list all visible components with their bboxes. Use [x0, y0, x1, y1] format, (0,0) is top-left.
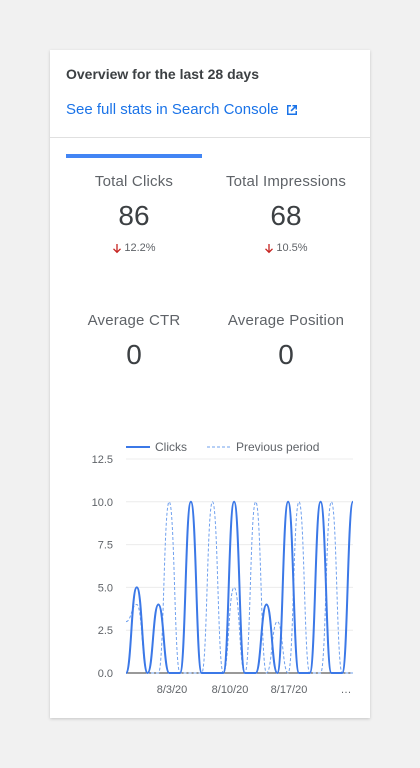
arrow-down-icon — [113, 243, 122, 253]
legend-clicks-label: Clicks — [155, 440, 187, 454]
search-console-link-label: See full stats in Search Console — [66, 101, 279, 118]
y-tick-label: 0.0 — [98, 668, 113, 680]
metric-change: 10.5% — [211, 242, 361, 254]
overview-card: Overview for the last 28 days See full s… — [50, 50, 370, 718]
metric-value: 0 — [278, 339, 294, 370]
x-tick-label: … — [341, 684, 352, 696]
metric-label: Average Position — [227, 312, 345, 329]
metric-average-ctr[interactable]: Average CTR 0 — [59, 312, 209, 371]
arrow-down-icon — [265, 243, 274, 253]
metric-label: Total Clicks — [94, 173, 174, 190]
metric-total-clicks[interactable]: Total Clicks 86 12.2% — [59, 173, 209, 254]
metric-total-impressions[interactable]: Total Impressions 68 10.5% — [211, 173, 361, 254]
x-tick-label: 8/17/20 — [271, 684, 308, 696]
metric-label: Total Impressions — [225, 173, 347, 190]
metric-change-value: 12.2% — [124, 242, 156, 254]
y-tick-label: 7.5 — [98, 540, 113, 552]
selected-metric-indicator — [66, 154, 202, 158]
y-tick-label: 12.5 — [92, 454, 113, 466]
clicks-line-chart: Clicks Previous period 12.5 10.0 7.5 5.0 2.5… — [92, 440, 354, 696]
external-link-icon — [286, 104, 297, 115]
metric-value: 68 — [270, 200, 302, 231]
metric-value: 86 — [118, 200, 150, 231]
metric-value: 0 — [126, 339, 142, 370]
y-tick-label: 2.5 — [98, 625, 113, 637]
chart-legend: Clicks Previous period — [126, 440, 319, 454]
metric-average-position[interactable]: Average Position 0 — [211, 312, 361, 371]
search-console-link[interactable]: See full stats in Search Console — [66, 101, 299, 118]
metric-change-value: 10.5% — [276, 242, 308, 254]
metric-label: Average CTR — [87, 312, 181, 329]
x-tick-label: 8/3/20 — [157, 684, 188, 696]
x-tick-label: 8/10/20 — [212, 684, 249, 696]
y-tick-label: 5.0 — [98, 582, 113, 594]
metric-change: 12.2% — [59, 242, 209, 254]
legend-previous-label: Previous period — [236, 440, 319, 454]
divider — [50, 137, 370, 138]
card-title: Overview for the last 28 days — [66, 66, 259, 82]
y-tick-label: 10.0 — [92, 497, 113, 509]
